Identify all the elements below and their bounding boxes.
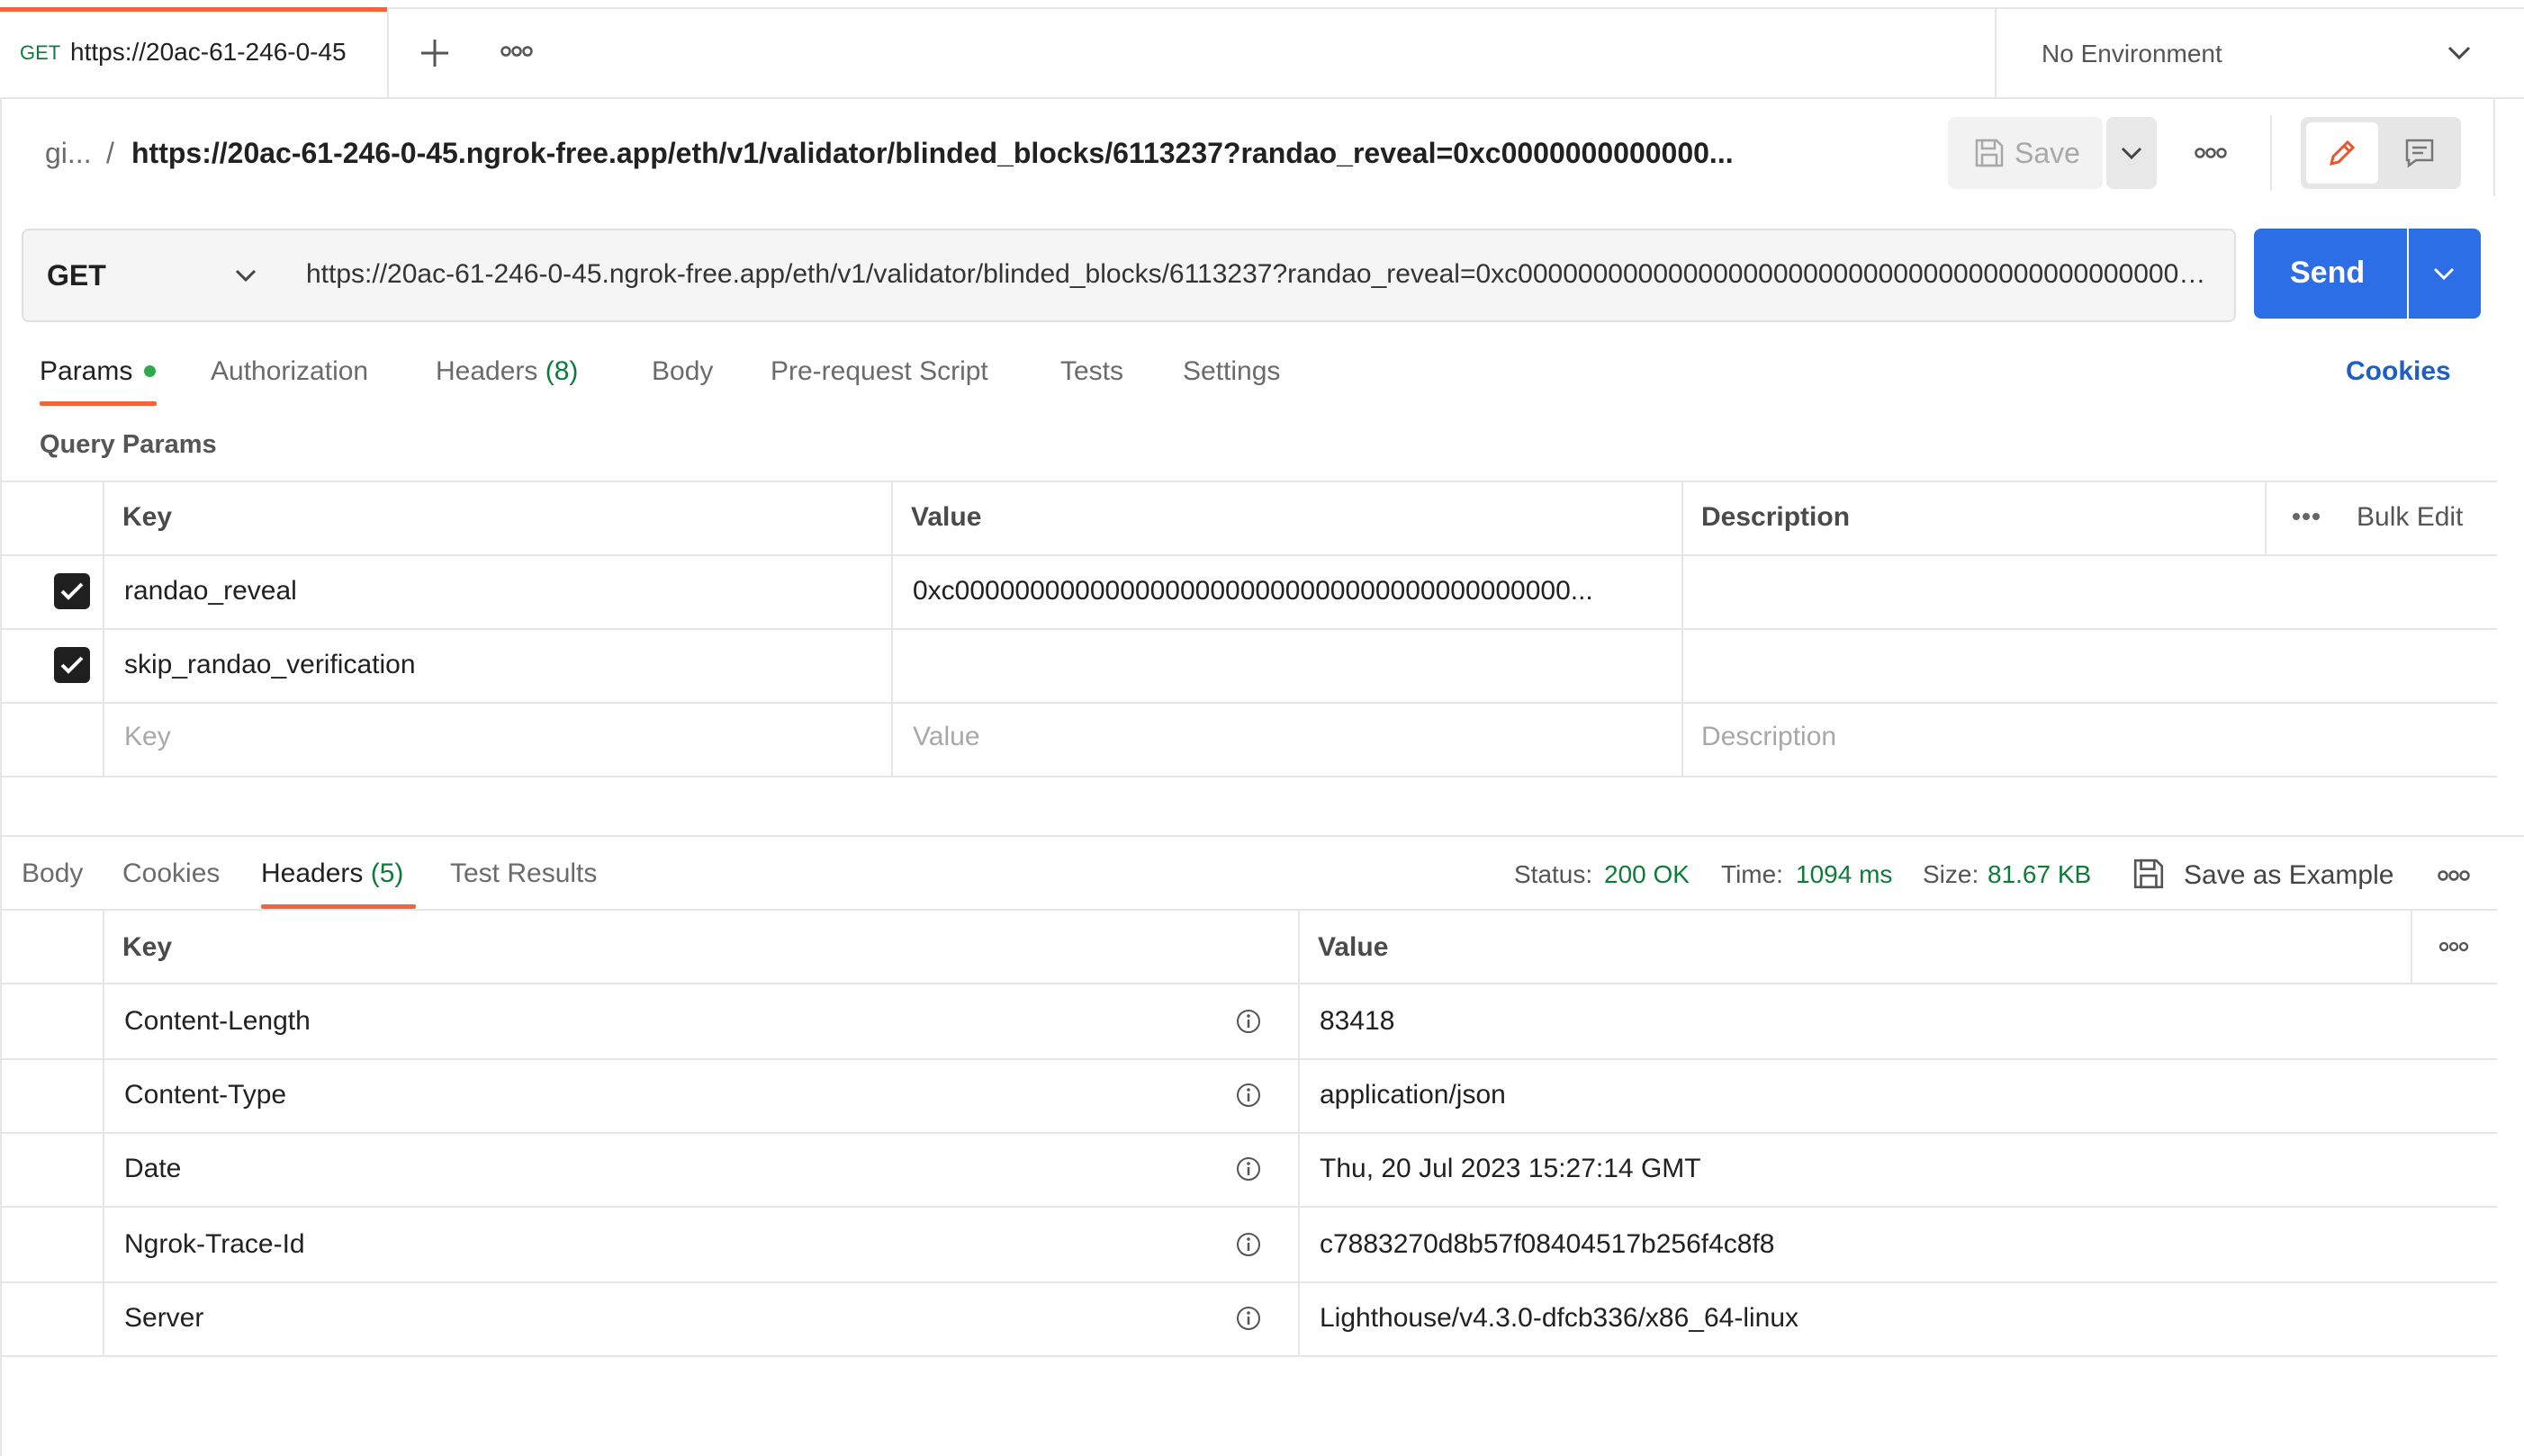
send-options-button[interactable] (2409, 229, 2481, 319)
method-label: GET (47, 259, 106, 292)
url-input[interactable]: https://20ac-61-246-0-45.ngrok-free.app/… (283, 229, 2236, 322)
param-value[interactable]: 0xc0000000000000000000000000000000000000… (913, 576, 1676, 607)
tab-tests[interactable]: Tests (1060, 356, 1123, 387)
query-params-title: Query Params (40, 430, 217, 459)
pencil-icon (2329, 139, 2356, 166)
request-more-icon[interactable] (2195, 147, 2227, 159)
chevron-down-icon (2433, 267, 2455, 281)
size-value[interactable]: 81.67 KB (1988, 860, 2091, 889)
response-tab-body[interactable]: Body (22, 858, 83, 889)
new-param-value-placeholder[interactable]: Value (913, 722, 980, 752)
tab-more-icon[interactable] (500, 45, 533, 58)
cookies-link[interactable]: Cookies (2346, 356, 2451, 387)
edit-mode-button[interactable] (2306, 122, 2378, 184)
headers-more-icon[interactable] (2439, 941, 2468, 952)
breadcrumb-collection[interactable]: gi... (45, 137, 92, 170)
header-key: Date (124, 1154, 182, 1183)
tab-headers-count: (8) (545, 356, 579, 386)
param-key[interactable]: randao_reveal (124, 576, 871, 607)
chevron-down-icon (235, 269, 257, 283)
request-title[interactable]: https://20ac-61-246-0-45.ngrok-free.app/… (131, 137, 1752, 170)
save-icon (2133, 858, 2164, 889)
param-row-checkbox[interactable] (54, 573, 90, 609)
save-button[interactable]: Save (1948, 117, 2103, 189)
header-value: Thu, 20 Jul 2023 15:27:14 GMT (1320, 1154, 1701, 1183)
save-label: Save (2015, 137, 2080, 169)
params-col-key: Key (122, 502, 173, 532)
header-key: Ngrok-Trace-Id (124, 1229, 305, 1259)
environment-select[interactable]: No Environment (1997, 7, 2524, 97)
response-more-icon[interactable] (2438, 869, 2470, 882)
tab-url: https://20ac-61-246-0-45 (70, 38, 347, 66)
header-key: Content-Length (124, 1006, 311, 1036)
method-select[interactable]: GET (22, 229, 284, 322)
param-row-checkbox[interactable] (54, 647, 90, 683)
new-param-key-placeholder[interactable]: Key (124, 722, 171, 752)
response-tab-headers[interactable]: Headers (5) (261, 858, 403, 889)
breadcrumb-separator: / (106, 137, 114, 169)
chevron-down-icon (2121, 147, 2142, 160)
tab-method: GET (20, 41, 61, 64)
send-button[interactable]: Send (2254, 229, 2407, 319)
view-toggle (2301, 117, 2461, 189)
response-tab-cookies[interactable]: Cookies (122, 858, 220, 889)
save-as-example-label: Save as Example (2184, 860, 2394, 890)
header-key: Server (124, 1303, 204, 1333)
save-icon (1975, 139, 2004, 167)
header-value: 83418 (1320, 1006, 1395, 1036)
info-icon[interactable] (1235, 1155, 1262, 1182)
params-dot (144, 365, 156, 377)
status-value[interactable]: 200 OK (1604, 860, 1690, 889)
response-tab-headers-label: Headers (261, 858, 364, 888)
status-label: Status: (1514, 860, 1593, 888)
size-label: Size: (1923, 860, 1979, 888)
tab-settings[interactable]: Settings (1183, 356, 1280, 387)
headers-col-key: Key (122, 932, 173, 962)
params-col-value: Value (911, 502, 982, 532)
tab-params-underline (40, 401, 157, 406)
header-key: Content-Type (124, 1080, 287, 1110)
params-col-description: Description (1701, 502, 1851, 532)
response-tab-headers-count: (5) (370, 858, 404, 888)
header-value: c7883270d8b57f08404517b256f4c8f8 (1320, 1229, 1775, 1259)
time-value[interactable]: 1094 ms (1796, 860, 1892, 889)
url-text: https://20ac-61-246-0-45.ngrok-free.app/… (306, 259, 2214, 289)
header-value: application/json (1320, 1080, 1506, 1110)
header-value: Lighthouse/v4.3.0-dfcb336/x86_64-linux (1320, 1303, 1799, 1333)
bulk-edit-link[interactable]: Bulk Edit (2357, 502, 2463, 533)
environment-label: No Environment (2042, 40, 2222, 67)
new-tab-icon[interactable] (419, 38, 450, 68)
tab-prerequest-script[interactable]: Pre-request Script (771, 356, 988, 387)
info-icon[interactable] (1235, 1231, 1262, 1258)
param-key[interactable]: skip_randao_verification (124, 650, 871, 680)
tab-headers-label: Headers (436, 356, 538, 386)
response-tab-test-results[interactable]: Test Results (450, 858, 597, 889)
info-icon[interactable] (1235, 1082, 1262, 1109)
new-param-description-placeholder[interactable]: Description (1701, 722, 1836, 752)
time-label: Time: (1721, 860, 1783, 888)
tab-body[interactable]: Body (652, 356, 713, 387)
tab-params[interactable]: Params (40, 356, 132, 387)
info-icon[interactable] (1235, 1008, 1262, 1035)
headers-col-value: Value (1318, 932, 1389, 962)
tab-authorization[interactable]: Authorization (211, 356, 368, 387)
comments-button[interactable] (2384, 122, 2456, 184)
save-as-example-button[interactable]: Save as Example (2132, 853, 2402, 898)
comment-icon (2405, 139, 2434, 168)
save-options-button[interactable] (2106, 117, 2157, 189)
params-more-icon[interactable] (2292, 511, 2321, 522)
send-label: Send (2290, 256, 2366, 290)
chevron-down-icon (2447, 46, 2471, 60)
tab-headers[interactable]: Headers (8) (436, 356, 578, 387)
info-icon[interactable] (1235, 1305, 1262, 1332)
request-tab[interactable]: GET https://20ac-61-246-0-45 (0, 7, 387, 97)
